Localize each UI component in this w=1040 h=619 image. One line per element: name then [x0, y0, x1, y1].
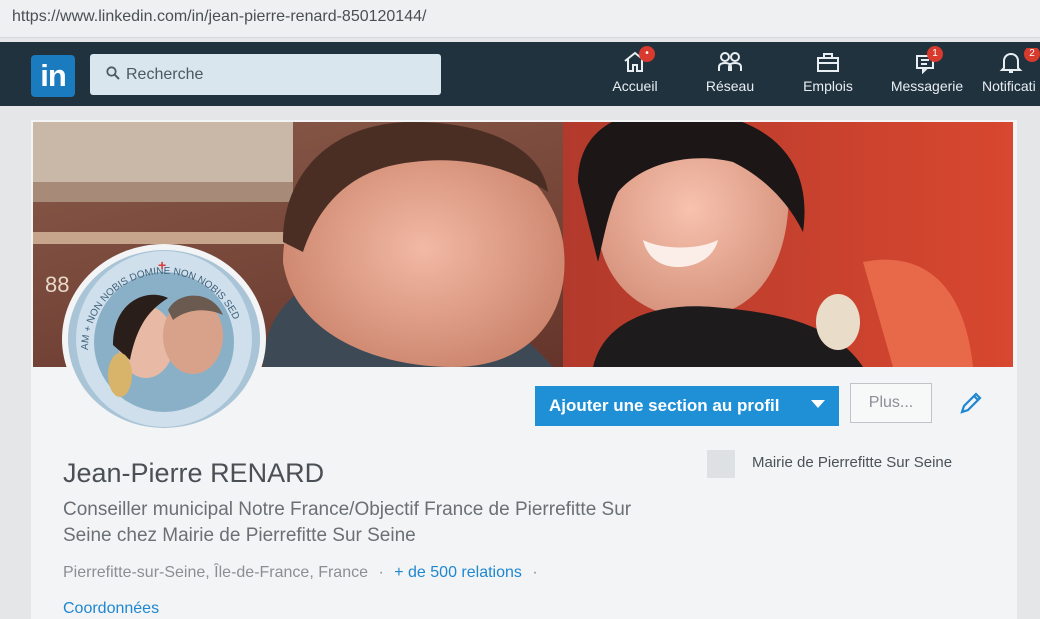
nav-label-home: Accueil: [612, 78, 658, 94]
browser-address-bar[interactable]: https://www.linkedin.com/in/jean-pierre-…: [0, 0, 1040, 38]
svg-text:+: +: [158, 257, 166, 273]
separator-dot: ·: [378, 564, 384, 581]
notifications-badge: 2: [1024, 48, 1040, 62]
nav-item-network[interactable]: Réseau: [700, 48, 760, 102]
separator-dot: ·: [532, 564, 538, 581]
search-input[interactable]: [126, 54, 426, 95]
url-text[interactable]: https://www.linkedin.com/in/jean-pierre-…: [12, 8, 426, 26]
network-icon: [718, 52, 742, 71]
connections-link[interactable]: + de 500 relations: [394, 564, 522, 581]
messaging-badge: 1: [927, 46, 943, 62]
svg-text:88: 88: [45, 272, 69, 297]
home-badge: •: [639, 46, 655, 62]
add-profile-section-button[interactable]: Ajouter une section au profil: [535, 386, 839, 426]
linkedin-logo[interactable]: in: [31, 55, 75, 97]
current-company[interactable]: Mairie de Pierrefitte Sur Seine: [752, 454, 952, 471]
bell-icon: [999, 52, 1023, 73]
search-box[interactable]: [90, 54, 441, 95]
profile-name: Jean-Pierre RENARD: [63, 458, 325, 488]
profile-location: Pierrefitte-sur-Seine, Île-de-France, Fr…: [63, 564, 368, 581]
company-logo-icon[interactable]: [707, 450, 735, 478]
nav-label-notifications: Notificati: [982, 78, 1036, 94]
contact-info-link[interactable]: Coordonnées: [63, 600, 159, 618]
nav-item-notifications[interactable]: 2 Notificati: [982, 48, 1040, 102]
nav-item-home[interactable]: • Accueil: [608, 46, 662, 102]
nav-label-messaging: Messagerie: [890, 78, 964, 94]
location-line: Pierrefitte-sur-Seine, Île-de-France, Fr…: [63, 564, 544, 582]
nav-item-jobs[interactable]: Emplois: [798, 48, 858, 102]
caret-down-icon: [811, 400, 825, 408]
profile-headline: Conseiller municipal Notre France/Object…: [63, 499, 632, 546]
search-icon: [106, 66, 120, 80]
pencil-icon[interactable]: [957, 389, 985, 417]
add-profile-section-label: Ajouter une section au profil: [549, 396, 780, 415]
profile-avatar[interactable]: AM + NON NOBIS DOMINE NON NOBIS SED +: [62, 244, 266, 434]
briefcase-icon: [817, 53, 839, 72]
nav-item-messaging[interactable]: 1 Messagerie: [887, 46, 967, 102]
nav-label-network: Réseau: [705, 78, 755, 94]
nav-label-jobs: Emplois: [803, 78, 853, 94]
avatar-image: AM + NON NOBIS DOMINE NON NOBIS SED +: [68, 250, 260, 428]
more-button[interactable]: Plus...: [850, 383, 932, 423]
